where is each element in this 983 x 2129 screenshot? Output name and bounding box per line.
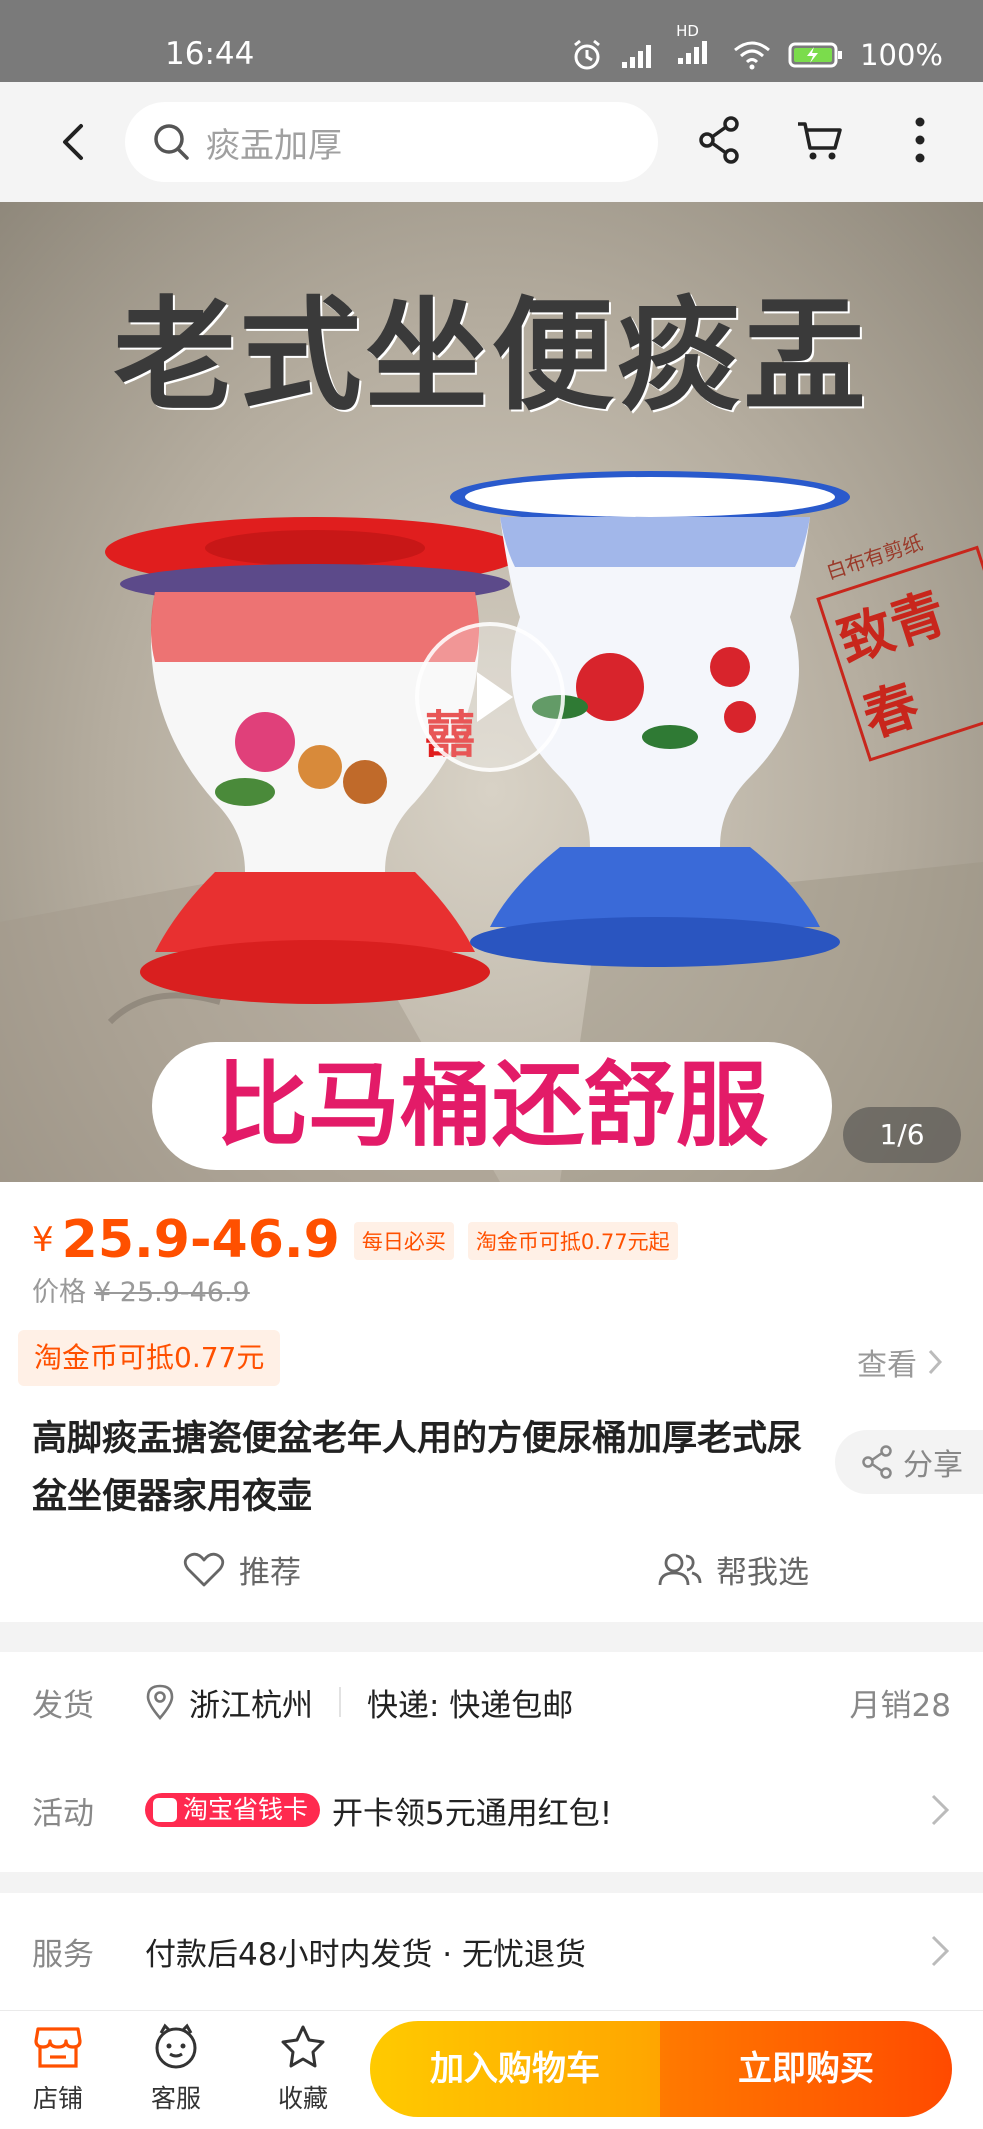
share-button[interactable]: 分享 [835, 1430, 983, 1494]
original-price: 价格 ¥ 25.9-46.9 [32, 1270, 250, 1309]
divider [339, 1687, 341, 1717]
chevron-right-icon [928, 1349, 943, 1375]
service-text: 付款后48小时内发货 · 无忧退货 [145, 1936, 587, 1973]
hero-title: 老式坐便痰盂 [113, 285, 870, 427]
share-label: 分享 [903, 1448, 963, 1483]
bottom-bar: 店铺 客服 收藏 加入购物车 立即购买 [0, 2010, 983, 2129]
save-card-label: 淘宝省钱卡 [183, 1795, 309, 1824]
help-choose-label: 帮我选 [716, 1555, 809, 1591]
shipping-label: 发货 [32, 1687, 94, 1724]
express-info: 快递: 快递包邮 [367, 1687, 574, 1724]
status-bar: 16:44 HD 100% [0, 0, 983, 82]
shipping-row[interactable]: 发货 浙江杭州 快递: 快递包邮 月销28 [0, 1652, 983, 1752]
product-title: 高脚痰盂搪瓷便盆老年人用的方便尿桶加厚老式尿盆坐便器家用夜壶 [32, 1419, 803, 1517]
info-section: 发货 浙江杭州 快递: 快递包邮 月销28 活动 淘宝省钱卡 开卡领5元通用红包… [0, 1652, 983, 1872]
product-image-carousel[interactable]: 老式坐便痰盂 囍 白布有剪纸 致青春 比马桶还舒服 1/6 [0, 202, 983, 1182]
status-icons: HD 100% [570, 22, 943, 73]
recommend-button[interactable]: 推荐 [183, 1547, 301, 1592]
favorite-tab[interactable]: 收藏 [253, 2023, 353, 2115]
activity-content: 淘宝省钱卡 开卡领5元通用红包! [145, 1788, 612, 1833]
recommend-row: 推荐 帮我选 [0, 1547, 983, 1607]
signal-icon [622, 44, 652, 68]
favorite-label: 收藏 [277, 2084, 328, 2113]
shop-icon [34, 2027, 82, 2068]
price-row: ¥ 25.9-46.9 每日必买 淘金币可抵0.77元起 [32, 1210, 678, 1270]
activity-text: 开卡领5元通用红包! [332, 1795, 613, 1832]
shop-tab[interactable]: 店铺 [8, 2023, 108, 2115]
original-price-label: 价格 [32, 1277, 86, 1308]
service-row[interactable]: 服务 付款后48小时内发货 · 无忧退货 [0, 1901, 983, 2001]
wifi-icon [734, 41, 771, 69]
activity-row[interactable]: 活动 淘宝省钱卡 开卡领5元通用红包! [0, 1760, 983, 1860]
add-to-cart-button[interactable]: 加入购物车 [370, 2021, 660, 2117]
more-icon[interactable] [900, 110, 940, 170]
original-price-value: ¥ 25.9-46.9 [94, 1277, 250, 1308]
price-section: ¥ 25.9-46.9 每日必买 淘金币可抵0.77元起 价格 ¥ 25.9-46… [0, 1182, 983, 1622]
search-query: 痰盂加厚 [206, 125, 342, 166]
shop-label: 店铺 [32, 2084, 83, 2113]
price-currency: ¥ [32, 1220, 54, 1260]
price-value: 25.9-46.9 [61, 1210, 340, 1270]
service-label: 服务 [32, 1936, 94, 1973]
play-icon [477, 672, 513, 722]
location-icon [146, 1684, 174, 1720]
shipping-location: 浙江杭州 [189, 1687, 313, 1724]
chevron-right-icon [931, 1935, 950, 1967]
battery-percent: 100% [860, 37, 943, 72]
view-link[interactable]: 查看 [857, 1340, 943, 1384]
network-label: HD [676, 22, 699, 40]
play-video-button[interactable] [415, 622, 565, 772]
hero-banner: 比马桶还舒服 [152, 1042, 832, 1170]
hd-signal-icon: HD [676, 22, 716, 73]
daily-deal-tag: 每日必买 [353, 1222, 454, 1260]
customer-service-label: 客服 [150, 2084, 201, 2113]
nav-bar: 痰盂加厚 [0, 82, 983, 202]
view-label: 查看 [857, 1348, 917, 1383]
alarm-icon [574, 39, 601, 69]
battery-icon [788, 42, 843, 67]
shipping-content: 浙江杭州 快递: 快递包邮 [145, 1680, 573, 1725]
save-card-badge: 淘宝省钱卡 [145, 1793, 321, 1827]
status-time: 16:44 [165, 36, 255, 72]
coin-deduction-tag: 淘金币可抵0.77元起 [467, 1222, 678, 1260]
coin-badge: 淘金币可抵0.77元 [18, 1330, 281, 1386]
monthly-sales: 月销28 [849, 1687, 951, 1724]
cart-icon[interactable] [795, 110, 845, 170]
search-icon [154, 124, 189, 160]
chevron-right-icon [931, 1794, 950, 1826]
activity-label: 活动 [32, 1795, 94, 1832]
heart-icon [183, 1552, 225, 1586]
save-card-icon [153, 1798, 177, 1822]
back-icon[interactable] [45, 112, 105, 172]
buy-now-button[interactable]: 立即购买 [660, 2021, 952, 2117]
service-section[interactable]: 服务 付款后48小时内发货 · 无忧退货 [0, 1893, 983, 2010]
share-icon [862, 1445, 892, 1479]
customer-service-icon [155, 2023, 197, 2069]
help-choose-button[interactable]: 帮我选 [658, 1547, 809, 1592]
recommend-label: 推荐 [239, 1555, 301, 1591]
search-input[interactable]: 痰盂加厚 [125, 102, 658, 182]
people-icon [658, 1553, 702, 1585]
customer-service-tab[interactable]: 客服 [126, 2023, 226, 2115]
page-indicator: 1/6 [843, 1107, 961, 1163]
star-icon [281, 2025, 325, 2068]
service-content: 付款后48小时内发货 · 无忧退货 [145, 1929, 586, 1974]
share-icon[interactable] [695, 110, 745, 170]
